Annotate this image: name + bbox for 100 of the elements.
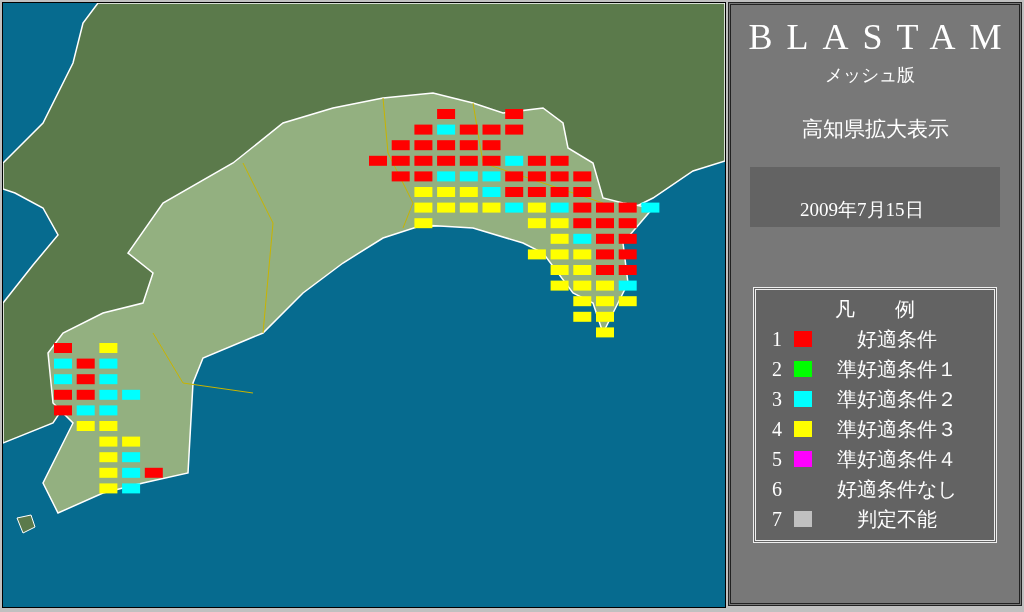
mesh-cell — [505, 187, 524, 197]
mesh-cell — [618, 249, 637, 260]
mesh-cell — [618, 265, 637, 275]
mesh-cell — [414, 218, 433, 229]
mesh-cell — [99, 389, 118, 400]
mesh-cell — [391, 171, 410, 182]
mesh-cell — [573, 202, 592, 213]
mesh-cell — [596, 265, 614, 275]
mesh-cell — [54, 405, 72, 416]
mesh-cell — [76, 374, 95, 385]
mesh-cell — [573, 311, 592, 322]
mesh-cell — [596, 280, 614, 291]
mesh-cell — [573, 296, 592, 307]
legend-number: 4 — [772, 417, 783, 441]
mesh-cell — [54, 374, 72, 385]
legend-label: 好適条件 — [856, 326, 938, 352]
island — [16, 514, 36, 534]
legend-number: 3 — [772, 387, 783, 411]
mesh-cell — [596, 311, 614, 322]
mesh-cell — [482, 171, 501, 182]
legend-number: 1 — [772, 327, 783, 351]
mesh-cell — [573, 265, 592, 275]
view-label: 高知県拡大表示 — [801, 116, 949, 143]
mesh-cell — [550, 265, 569, 275]
mesh-cell — [437, 140, 456, 151]
mesh-cell — [414, 202, 433, 213]
mesh-cell — [550, 171, 569, 182]
mesh-cell — [550, 155, 569, 166]
mesh-cell — [459, 124, 478, 135]
mesh-cell — [369, 155, 387, 166]
mesh-cell — [550, 218, 569, 229]
mesh-cell — [596, 218, 614, 229]
legend-label: 好適条件なし — [836, 476, 958, 502]
mesh-cell — [596, 296, 614, 307]
mesh-cell — [573, 233, 592, 244]
app-subtitle: メッシュ版 — [825, 64, 915, 87]
mesh-cell — [459, 202, 478, 213]
mesh-cell — [414, 140, 433, 151]
mesh-cell — [99, 467, 118, 478]
mesh-cell — [527, 155, 546, 166]
mesh-cell — [573, 171, 592, 182]
mesh-cell — [527, 187, 546, 197]
mesh-cell — [618, 202, 637, 213]
mesh-cell — [437, 124, 456, 135]
mesh-cell — [618, 280, 637, 291]
legend-label: 準好適条件２ — [836, 386, 958, 412]
mesh-cell — [437, 109, 456, 119]
mesh-cell — [391, 155, 410, 166]
mesh-cell — [550, 187, 569, 197]
mesh-cell — [76, 389, 95, 400]
mesh-cell — [596, 233, 614, 244]
mesh-cell — [391, 140, 410, 151]
mesh-cell — [550, 249, 569, 260]
mesh-cell — [527, 202, 546, 213]
mesh-cell — [527, 249, 546, 260]
mesh-cell — [99, 452, 118, 463]
mesh-cell — [596, 249, 614, 260]
mesh-cell — [505, 124, 524, 135]
mesh-cell — [122, 452, 141, 463]
mesh-cell — [437, 155, 456, 166]
mesh-cell — [550, 202, 569, 213]
mesh-cell — [641, 202, 660, 213]
mesh-cell — [414, 171, 433, 182]
mesh-cell — [76, 421, 95, 431]
mesh-cell — [573, 187, 592, 197]
date-display: 2009年7月15日 — [750, 167, 1000, 227]
mesh-cell — [505, 109, 524, 119]
mesh-cell — [54, 389, 72, 400]
mesh-cell — [99, 358, 118, 369]
legend-label: 判定不能 — [856, 506, 938, 532]
mesh-cell — [459, 187, 478, 197]
mesh-cell — [505, 155, 524, 166]
mesh-cell — [482, 155, 501, 166]
mesh-cell — [437, 171, 456, 182]
legend-number: 7 — [772, 507, 783, 531]
mesh-cell — [76, 358, 95, 369]
mesh-cell — [122, 389, 141, 400]
mesh-cell — [527, 218, 546, 229]
legend-title: 凡 例 — [834, 297, 916, 322]
mesh-cell — [550, 280, 569, 291]
mesh-cell — [122, 436, 141, 447]
mesh-cell — [122, 483, 141, 494]
mesh-cell — [596, 202, 614, 213]
mesh-cell — [99, 343, 118, 353]
legend-number: 5 — [772, 447, 783, 471]
mesh-cell — [482, 140, 501, 151]
legend-label: 準好適条件４ — [836, 446, 958, 472]
legend-number: 2 — [772, 357, 783, 381]
mesh-cell — [99, 405, 118, 416]
mesh-cell — [618, 233, 637, 244]
mesh-cell — [573, 218, 592, 229]
legend-number: 6 — [772, 477, 783, 501]
mesh-cell — [527, 171, 546, 182]
mesh-cell — [550, 233, 569, 244]
mesh-cell — [437, 202, 456, 213]
mesh-cell — [414, 187, 433, 197]
mesh-cell — [459, 155, 478, 166]
mesh-cell — [505, 202, 524, 213]
legend-label: 準好適条件３ — [836, 416, 958, 442]
mesh-cell — [482, 187, 501, 197]
